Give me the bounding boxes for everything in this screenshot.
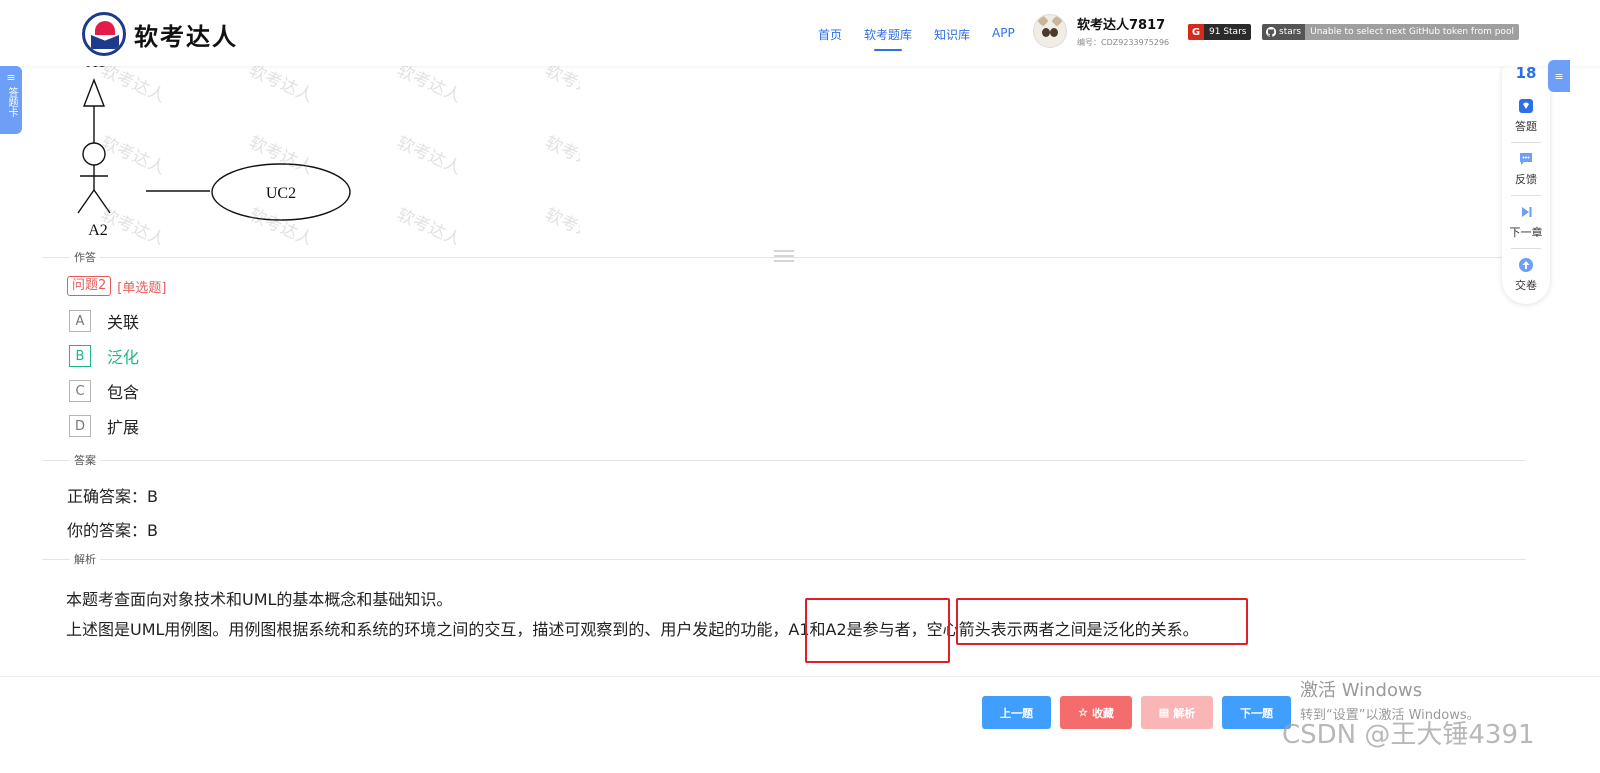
activation-title: 激活 Windows	[1300, 680, 1423, 701]
user-profile[interactable]: 软考达人7817 编号：CDZ9233975296	[1033, 14, 1169, 48]
answer-icon	[1518, 98, 1534, 114]
github-badge-label-group: stars	[1262, 24, 1306, 40]
option-d[interactable]: D 扩展	[69, 414, 139, 438]
option-text: 泛化	[107, 348, 140, 367]
option-letter: C	[69, 380, 91, 402]
feedback-icon	[1518, 151, 1534, 167]
your-answer: 你的答案：B	[67, 521, 158, 540]
prev-question-label: 上一题	[1000, 707, 1033, 720]
option-letter: D	[69, 415, 91, 437]
usecase-label: UC2	[266, 185, 296, 202]
csdn-watermark: CSDN @王大锤4391	[1282, 720, 1535, 750]
option-text: 扩展	[107, 418, 140, 437]
tool-answer-label: 答题	[1515, 120, 1537, 133]
generalization-arrow	[82, 78, 106, 107]
nav-home[interactable]: 首页	[818, 26, 842, 43]
tool-answer[interactable]: 答题	[1502, 90, 1550, 134]
site-logo[interactable]: 软考达人	[82, 12, 238, 56]
uml-use-case-svg: A1 A2 UC2	[77, 55, 351, 239]
divider	[42, 460, 1526, 461]
tool-feedback[interactable]: 反馈	[1502, 143, 1550, 187]
logo-text: 软考达人	[134, 22, 238, 51]
option-text: 关联	[107, 313, 140, 332]
option-letter: A	[69, 310, 91, 332]
option-a[interactable]: A 关联	[69, 309, 139, 333]
favorite-button[interactable]: ☆ 收藏	[1060, 696, 1132, 729]
tool-next-chapter[interactable]: 下一章	[1502, 196, 1550, 240]
user-id: 编号：CDZ9233975296	[1077, 38, 1170, 47]
question-count: 18	[1515, 64, 1537, 82]
main-nav: 首页 软考题库 知识库 APP	[818, 26, 1015, 51]
section-analysis: 解析	[70, 551, 100, 567]
favorite-label: 收藏	[1091, 707, 1114, 720]
tool-submit[interactable]: 交卷	[1502, 249, 1550, 293]
correct-answer: 正确答案：B	[67, 487, 158, 506]
submit-icon	[1518, 257, 1534, 273]
github-badge-label: stars	[1279, 27, 1302, 37]
next-chapter-icon	[1518, 204, 1534, 220]
nav-knowledge[interactable]: 知识库	[934, 26, 970, 43]
right-tool-panel: 18 答题 反馈 下一章 交卷	[1502, 52, 1550, 304]
option-b[interactable]: B 泛化	[69, 344, 139, 368]
gitee-icon: G	[1188, 24, 1204, 40]
uml-diagram: A1 A2 UC2 软考达人 软考达人 软考达人 软考达人 软考达人 软考达人 …	[60, 55, 580, 245]
github-badge-message: Unable to select next GitHub token from …	[1305, 24, 1519, 40]
answer-card-tab[interactable]: ≡ 答题卡	[0, 66, 22, 134]
menu-icon: ≡	[1554, 69, 1564, 83]
section-answer: 答案	[70, 452, 100, 468]
tool-feedback-label: 反馈	[1515, 173, 1537, 186]
github-icon	[1266, 27, 1276, 37]
tool-submit-label: 交卷	[1515, 279, 1537, 292]
option-letter: B	[69, 345, 91, 367]
highlight-box-generalization	[956, 598, 1248, 645]
menu-icon: ≡	[6, 71, 16, 84]
answer-card-label: 答题卡	[6, 87, 17, 117]
stars-count: 91 Stars	[1209, 27, 1247, 37]
document-icon: ▤	[1158, 707, 1170, 719]
actor2-label: A2	[88, 222, 108, 239]
divider	[42, 559, 1526, 560]
top-header: 软考达人 首页 软考题库 知识库 APP 软考达人7817 编号：CDZ9233…	[0, 0, 1600, 66]
avatar[interactable]	[1033, 14, 1067, 48]
section-answer-area: 作答	[70, 249, 100, 265]
highlight-box-participants	[805, 598, 950, 663]
nav-app[interactable]: APP	[992, 26, 1015, 43]
next-question-button[interactable]: 下一题	[1222, 696, 1291, 729]
prev-question-button[interactable]: 上一题	[982, 696, 1051, 729]
next-question-label: 下一题	[1240, 707, 1273, 720]
logo-icon	[82, 12, 126, 56]
option-c[interactable]: C 包含	[69, 379, 139, 403]
option-text: 包含	[107, 383, 140, 402]
question-tag: 问题2	[67, 276, 112, 296]
github-badge[interactable]: stars Unable to select next GitHub token…	[1262, 24, 1519, 40]
analysis-button[interactable]: ▤ 解析	[1141, 696, 1213, 729]
user-name: 软考达人7817	[1077, 18, 1166, 33]
question-type: [单选题]	[117, 280, 167, 296]
nav-question-bank[interactable]: 软考题库	[864, 26, 912, 51]
divider	[42, 257, 1526, 258]
star-icon: ☆	[1078, 707, 1088, 719]
right-menu-tab[interactable]: ≡	[1548, 60, 1570, 92]
tool-next-chapter-label: 下一章	[1509, 226, 1543, 239]
question-header: 问题2 [单选题]	[67, 276, 166, 296]
analysis-label: 解析	[1173, 707, 1196, 720]
actor-head	[82, 142, 106, 166]
stars-badge[interactable]: G 91 Stars	[1188, 24, 1252, 40]
